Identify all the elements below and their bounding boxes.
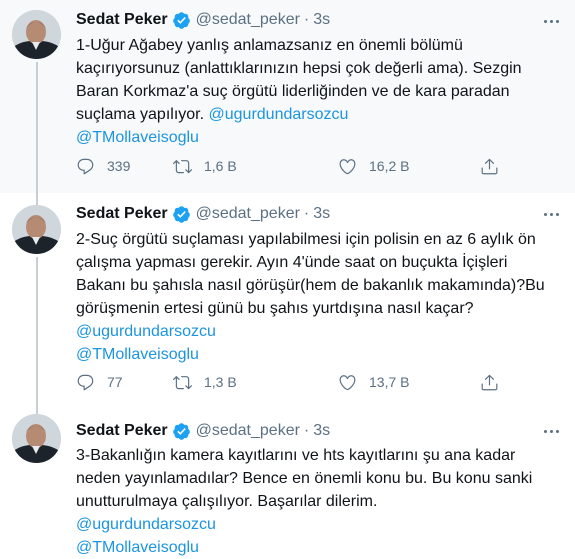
share-icon — [481, 374, 498, 390]
author-handle[interactable]: @sedat_peker — [196, 422, 300, 440]
mention-link[interactable]: @ugurdundarsozcu — [209, 106, 349, 123]
author-handle[interactable]: @sedat_peker — [196, 205, 300, 223]
reply-count: 339 — [107, 158, 131, 174]
reply-count: 77 — [107, 374, 123, 390]
retweet-icon — [173, 159, 192, 173]
like-icon — [339, 374, 356, 390]
tweet-line: suçlama yapılıyor. @ugurdundarsozcu — [76, 103, 566, 126]
like-count: 16,2 B — [369, 158, 410, 174]
tweet-line: unutturulmaya çalışılıyor. Başarılar dil… — [76, 493, 378, 510]
thread-line — [36, 257, 38, 404]
author-name[interactable]: Sedat Peker — [76, 11, 168, 29]
tweet-text: 3-Bakanlığın kamera kayıtlarını ve hts k… — [76, 444, 566, 559]
thread-line — [36, 62, 38, 193]
author-name[interactable]: Sedat Peker — [76, 205, 168, 223]
separator: · — [303, 205, 310, 222]
tweet-text: 1-Uğur Ağabey yanlış anlamazsanız en öne… — [76, 34, 566, 149]
tweet-text: 2-Suç örgütü suçlaması yapılabilmesi içi… — [76, 228, 566, 366]
verified-badge-icon — [172, 205, 191, 224]
like-button[interactable]: 13,7 B — [338, 370, 409, 394]
verified-badge-icon — [172, 422, 191, 441]
separator: · — [303, 422, 310, 439]
retweet-icon — [173, 375, 192, 389]
tweet-header: Sedat Peker @sedat_peker · 3s — [76, 9, 330, 31]
tweet-line: kaçırıyorsunuz (anlattıklarınızın hepsi … — [76, 60, 522, 77]
mention-link[interactable]: @ugurdundarsozcu — [76, 320, 566, 343]
tweet-2[interactable]: Sedat Peker @sedat_peker · 3s 2-Suç örgü… — [0, 193, 575, 404]
retweet-count: 1,3 B — [204, 374, 237, 390]
tweet-line: Baran Korkmaz'a suç örgütü liderliğinden… — [76, 83, 510, 100]
like-icon — [339, 158, 356, 174]
separator: · — [303, 11, 310, 28]
verified-badge-icon — [172, 11, 191, 30]
tweet-line: çalışma yapması gerekir. Ayın 4'ünde saa… — [76, 254, 508, 271]
more-icon[interactable] — [540, 203, 562, 225]
avatar[interactable] — [12, 414, 61, 463]
like-button[interactable]: 16,2 B — [338, 154, 409, 178]
more-icon[interactable] — [540, 420, 562, 442]
thread-line — [36, 193, 38, 205]
tweet-line-text: suçlama yapılıyor. — [76, 106, 209, 123]
mention-link[interactable]: @TMollaveisoglu — [76, 536, 566, 559]
avatar[interactable] — [12, 205, 61, 254]
tweet-1[interactable]: Sedat Peker @sedat_peker · 3s 1-Uğur Ağa… — [0, 0, 575, 193]
tweet-line: görüşmenin ertesi günü bu şahıs yurtdışı… — [76, 300, 474, 317]
retweet-button[interactable]: 1,6 B — [173, 154, 237, 178]
author-handle[interactable]: @sedat_peker — [196, 11, 300, 29]
share-button[interactable] — [480, 154, 511, 178]
author-name[interactable]: Sedat Peker — [76, 422, 168, 440]
mention-link[interactable]: @ugurdundarsozcu — [76, 513, 566, 536]
more-icon[interactable] — [540, 10, 562, 32]
share-icon — [481, 158, 498, 174]
mention-link[interactable]: @TMollaveisoglu — [76, 343, 566, 366]
tweet-header: Sedat Peker @sedat_peker · 3s — [76, 203, 330, 225]
tweet-line: Bakanı bu şahısla nasıl görüşür(hem de b… — [76, 277, 545, 294]
tweet-actions: 339 1,6 B 16,2 B — [76, 154, 566, 178]
reply-icon — [77, 374, 94, 390]
tweet-actions: 77 1,3 B 13,7 B — [76, 370, 566, 394]
tweet-3[interactable]: Sedat Peker @sedat_peker · 3s 3-Bakanlığ… — [0, 404, 575, 559]
retweet-button[interactable]: 1,3 B — [173, 370, 237, 394]
tweet-time[interactable]: 3s — [313, 205, 330, 223]
tweet-line: 3-Bakanlığın kamera kayıtlarını ve hts k… — [76, 447, 516, 464]
tweet-time[interactable]: 3s — [313, 422, 330, 440]
tweet-time[interactable]: 3s — [313, 11, 330, 29]
reply-icon — [77, 158, 94, 174]
tweet-line: neden yayınlamadılar? Bence en önemli ko… — [76, 470, 533, 487]
reply-button[interactable]: 77 — [76, 370, 123, 394]
thread-line — [36, 404, 38, 414]
tweet-header: Sedat Peker @sedat_peker · 3s — [76, 420, 330, 442]
avatar[interactable] — [12, 10, 61, 59]
like-count: 13,7 B — [369, 374, 410, 390]
share-button[interactable] — [480, 370, 511, 394]
retweet-count: 1,6 B — [204, 158, 237, 174]
mention-link[interactable]: @TMollaveisoglu — [76, 126, 566, 149]
reply-button[interactable]: 339 — [76, 154, 130, 178]
tweet-line: 2-Suç örgütü suçlaması yapılabilmesi içi… — [76, 231, 536, 248]
tweet-line: 1-Uğur Ağabey yanlış anlamazsanız en öne… — [76, 37, 463, 54]
